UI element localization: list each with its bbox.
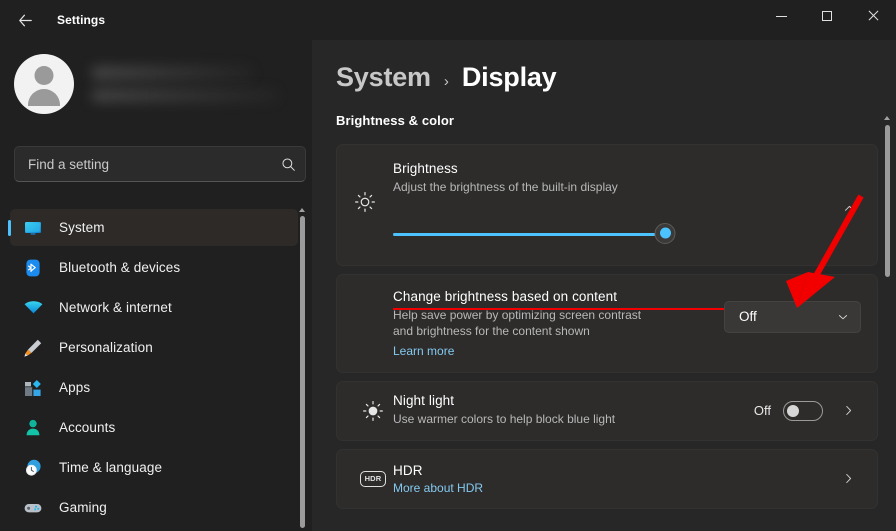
settings-cards: Brightness Adjust the brightness of the … — [336, 144, 878, 517]
learn-more-link[interactable]: Learn more — [393, 344, 724, 358]
sidebar-item-accounts[interactable]: Accounts — [10, 409, 298, 446]
search-icon — [271, 157, 305, 172]
sidebar: System Bluetooth & devices — [0, 40, 312, 531]
hdr-open-button[interactable] — [835, 466, 861, 492]
wifi-icon — [22, 297, 44, 319]
night-light-state-label: Off — [753, 403, 771, 419]
account-email-redacted — [92, 89, 278, 102]
back-button[interactable] — [5, 4, 45, 36]
brightness-collapse-button[interactable] — [836, 195, 862, 221]
gamepad-icon — [22, 497, 44, 519]
monitor-icon — [22, 217, 44, 239]
sidebar-item-label: Gaming — [59, 500, 107, 515]
sidebar-item-network-internet[interactable]: Network & internet — [10, 289, 298, 326]
page-title: Display — [461, 62, 557, 92]
night-light-card[interactable]: Night light Use warmer colors to help bl… — [336, 380, 878, 441]
minimize-icon — [775, 15, 787, 17]
chevron-up-icon — [844, 205, 854, 211]
hdr-controls — [825, 466, 861, 492]
title-bar: Settings — [0, 0, 896, 40]
search-input[interactable] — [15, 156, 271, 172]
apps-icon — [22, 377, 44, 399]
hdr-badge-label: HDR — [360, 470, 386, 487]
close-button[interactable] — [850, 0, 896, 32]
sidebar-item-system[interactable]: System — [10, 209, 298, 246]
brightness-title: Brightness — [393, 161, 458, 176]
content-adaptive-title: Change brightness based on content — [393, 288, 618, 304]
night-light-controls: Off — [744, 398, 861, 424]
app-title: Settings — [57, 13, 106, 27]
chevron-right-icon — [845, 474, 851, 484]
sidebar-nav: System Bluetooth & devices Network & int… — [0, 206, 312, 531]
scroll-up-arrow-icon[interactable] — [299, 208, 305, 212]
sidebar-item-label: Personalization — [59, 340, 153, 355]
sidebar-item-bluetooth-devices[interactable]: Bluetooth & devices — [10, 249, 298, 286]
sidebar-item-label: Time & language — [59, 460, 163, 475]
brightness-subtitle: Adjust the brightness of the built-in di… — [393, 180, 618, 194]
hdr-text: HDR More about HDR — [393, 453, 825, 505]
slider-fill — [393, 232, 665, 236]
breadcrumb: System › Display — [312, 40, 896, 93]
toggle-knob — [787, 404, 799, 417]
person-icon — [22, 417, 44, 439]
brightness-slider[interactable] — [393, 222, 676, 245]
maximize-icon — [822, 11, 832, 21]
chevron-right-icon — [845, 406, 851, 416]
content-adaptive-text: Change brightness based on content Help … — [393, 289, 724, 358]
account-text — [92, 66, 278, 102]
sidebar-item-gaming[interactable]: Gaming — [10, 489, 298, 526]
content-adaptive-dropdown[interactable]: Off — [724, 300, 861, 333]
more-about-hdr-link[interactable]: More about HDR — [393, 481, 825, 495]
close-icon — [867, 10, 879, 22]
back-arrow-icon — [18, 14, 32, 26]
sidebar-item-apps[interactable]: Apps — [10, 369, 298, 406]
clock-icon — [22, 457, 44, 479]
sidebar-item-label: Accounts — [59, 420, 116, 435]
night-light-sun-icon — [353, 400, 393, 422]
paintbrush-icon — [22, 337, 44, 359]
sidebar-item-personalization[interactable]: Personalization — [10, 329, 298, 366]
night-light-toggle[interactable] — [783, 400, 823, 421]
account-block[interactable] — [0, 48, 312, 120]
main-content: System › Display Brightness & color Brig… — [312, 40, 896, 531]
sidebar-item-label: Apps — [59, 380, 91, 395]
search-box[interactable] — [14, 146, 306, 182]
breadcrumb-parent[interactable]: System — [336, 62, 431, 93]
sidebar-item-label: System — [59, 220, 105, 235]
red-underline-annotation — [393, 307, 724, 310]
brightness-card: Brightness Adjust the brightness of the … — [336, 144, 878, 266]
settings-window: Settings Find a setting System Bluetooth… — [0, 0, 896, 531]
night-light-open-button[interactable] — [835, 398, 861, 424]
dropdown-value: Off — [739, 309, 757, 325]
maximize-button[interactable] — [804, 0, 850, 32]
content-adaptive-subtitle-2: and brightness for the content shown — [393, 324, 590, 339]
chevron-down-icon — [838, 314, 848, 319]
content-scrollbar-thumb[interactable] — [885, 125, 890, 277]
sidebar-item-time-language[interactable]: Time & language — [10, 449, 298, 486]
hdr-title: HDR — [393, 462, 423, 478]
night-light-title: Night light — [393, 393, 455, 409]
sidebar-item-label: Network & internet — [59, 300, 172, 315]
avatar — [14, 54, 74, 114]
window-controls — [758, 0, 896, 40]
hdr-card[interactable]: HDR HDR More about HDR — [336, 448, 878, 509]
sidebar-scrollbar-thumb[interactable] — [300, 216, 305, 528]
scroll-up-arrow-icon[interactable] — [884, 116, 890, 120]
bluetooth-icon — [22, 257, 44, 279]
sidebar-scrollbar[interactable] — [297, 206, 307, 531]
slider-thumb[interactable] — [654, 222, 676, 244]
night-light-subtitle: Use warmer colors to help block blue lig… — [393, 412, 616, 427]
section-title: Brightness & color — [336, 113, 455, 128]
content-adaptive-card: Change brightness based on content Help … — [336, 273, 878, 373]
brightness-sun-icon — [337, 145, 393, 261]
night-light-text: Night light Use warmer colors to help bl… — [393, 383, 744, 438]
breadcrumb-separator-icon: › — [443, 73, 449, 90]
account-name-redacted — [92, 66, 252, 80]
content-scrollbar[interactable] — [882, 100, 892, 520]
hdr-badge-icon: HDR — [353, 470, 393, 487]
sidebar-item-label: Bluetooth & devices — [59, 260, 181, 275]
minimize-button[interactable] — [758, 0, 804, 32]
